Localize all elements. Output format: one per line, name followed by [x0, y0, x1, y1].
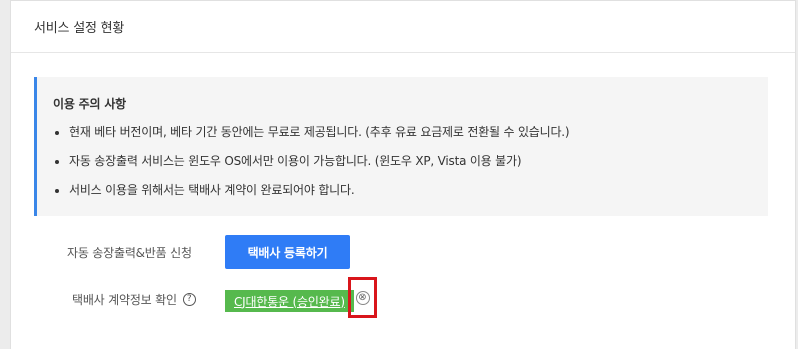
auto-invoice-label: 자동 송장출력&반품 신청	[67, 245, 192, 260]
remove-circle-icon[interactable]: ⊗	[355, 290, 370, 305]
notice-box: 이용 주의 사항 현재 베타 버전이며, 베타 기간 동안에는 무료로 제공됩니…	[34, 77, 768, 216]
notice-title: 이용 주의 사항	[53, 97, 126, 111]
panel-header: 서비스 설정 현황	[11, 1, 795, 53]
carrier-status-link[interactable]: CJ대한통운 (승인완료)	[234, 293, 345, 310]
page-title: 서비스 설정 현황	[34, 21, 125, 36]
auto-invoice-row: 자동 송장출력&반품 신청	[67, 235, 192, 269]
notice-item: 서비스 이용을 위해서는 택배사 계약이 완료되어야 합니다.	[53, 183, 768, 198]
carrier-contract-row: 택배사 계약정보 확인 ?	[72, 287, 196, 311]
remove-highlight-box: ⊗	[348, 277, 377, 318]
service-settings-panel: 서비스 설정 현황 이용 주의 사항 현재 베타 버전이며, 베타 기간 동안에…	[10, 0, 796, 349]
carrier-status-badge[interactable]: CJ대한통운 (승인완료)	[225, 290, 354, 312]
notice-list: 현재 베타 버전이며, 베타 기간 동안에는 무료로 제공됩니다. (추후 유료…	[53, 125, 768, 198]
help-icon[interactable]: ?	[182, 292, 196, 306]
register-carrier-button[interactable]: 택배사 등록하기	[225, 235, 350, 269]
carrier-contract-label: 택배사 계약정보 확인	[72, 292, 177, 307]
notice-item: 현재 베타 버전이며, 베타 기간 동안에는 무료로 제공됩니다. (추후 유료…	[53, 125, 768, 140]
notice-item: 자동 송장출력 서비스는 윈도우 OS에서만 이용이 가능합니다. (윈도우 X…	[53, 154, 768, 169]
